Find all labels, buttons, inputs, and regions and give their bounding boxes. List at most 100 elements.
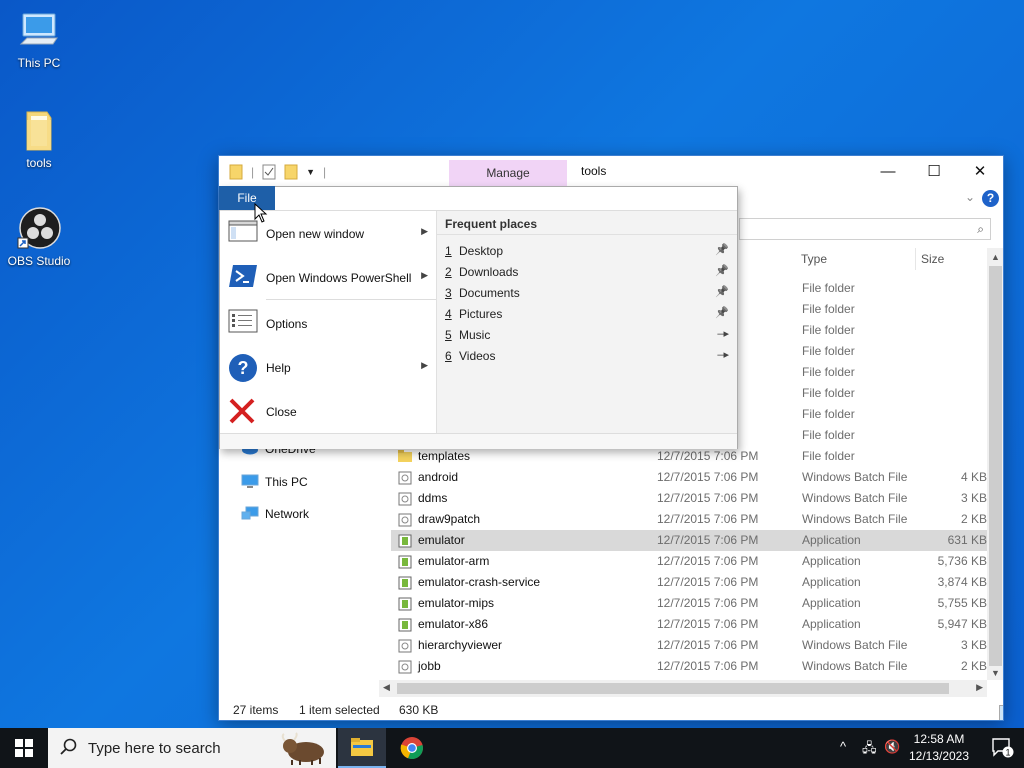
help-button[interactable]: ? bbox=[982, 190, 999, 207]
file-date: 12/7/2015 7:06 PM bbox=[657, 512, 759, 526]
nav-item-this-pc[interactable]: This PC bbox=[241, 474, 308, 490]
taskbar-file-explorer[interactable] bbox=[338, 728, 386, 768]
file-row[interactable]: emulator-mips 12/7/2015 7:06 PM Applicatio… bbox=[391, 593, 987, 614]
volume-muted-icon[interactable]: 🔇 bbox=[884, 739, 900, 755]
file-name: ddms bbox=[418, 491, 448, 505]
expand-ribbon-chevron-icon[interactable]: ⌄ bbox=[965, 190, 975, 204]
file-row[interactable]: templates 12/7/2015 7:06 PM File folder bbox=[391, 446, 987, 467]
status-bar: 27 items 1 item selected 630 KB bbox=[219, 698, 1003, 720]
file-row[interactable]: emulator-x86 12/7/2015 7:06 PM Application… bbox=[391, 614, 987, 635]
system-tray: ^ 🖧 🔇 12:58 AM 12/13/2023 1 bbox=[824, 728, 1024, 768]
frequent-place-number: 3 bbox=[445, 286, 452, 300]
file-size: 5,755 KB bbox=[937, 596, 987, 610]
taskbar-chrome[interactable] bbox=[388, 728, 436, 768]
frequent-place-downloads[interactable]: 2 Downloads 📌 bbox=[445, 262, 729, 283]
menu-separator bbox=[266, 299, 436, 300]
taskbar-search-placeholder: Type here to search bbox=[88, 740, 221, 757]
frequent-place-number: 2 bbox=[445, 265, 452, 279]
file-type: File folder bbox=[802, 281, 855, 295]
batch-file-icon bbox=[398, 471, 412, 485]
file-row[interactable]: draw9patch 12/7/2015 7:06 PM Windows Batch… bbox=[391, 509, 987, 530]
computer-icon bbox=[241, 474, 259, 488]
network-icon bbox=[241, 506, 259, 520]
file-menu-commands: Open new window ▶ Open Windows PowerShel… bbox=[220, 211, 437, 433]
clock[interactable]: 12:58 AM 12/13/2023 bbox=[904, 731, 974, 765]
menu-item-open-new-window[interactable]: Open new window ▶ bbox=[220, 213, 437, 253]
computer-icon bbox=[19, 13, 58, 45]
menu-item-close[interactable]: Close bbox=[220, 391, 437, 431]
pinned-icon[interactable]: 📌 bbox=[715, 285, 729, 298]
desktop-icon-obs-studio[interactable]: OBS Studio bbox=[3, 206, 75, 268]
network-status-icon[interactable]: 🖧 bbox=[862, 739, 877, 761]
file-type: File folder bbox=[802, 323, 855, 337]
search-highlight-illustration-icon bbox=[281, 732, 324, 765]
file-row[interactable]: ddms 12/7/2015 7:06 PM Windows Batch File 3… bbox=[391, 488, 987, 509]
start-button[interactable] bbox=[0, 728, 48, 768]
taskbar-search-input[interactable]: Type here to search bbox=[48, 728, 336, 768]
file-row[interactable]: hierarchyviewer 12/7/2015 7:06 PM Windows … bbox=[391, 635, 987, 656]
desktop-icon-tools[interactable]: tools bbox=[3, 108, 75, 170]
menu-item-open-windows-powershell[interactable]: Open Windows PowerShell ▶ bbox=[220, 257, 437, 297]
desktop-icon-label: This PC bbox=[17, 56, 61, 70]
frequent-place-documents[interactable]: 3 Documents 📌 bbox=[445, 283, 729, 304]
file-row[interactable]: emulator 12/7/2015 7:06 PM Application 631 … bbox=[391, 530, 987, 551]
unpinned-icon[interactable]: –▸ bbox=[717, 348, 729, 361]
scroll-right-icon[interactable]: ▶ bbox=[976, 682, 983, 693]
file-type: Windows Batch File bbox=[802, 470, 908, 484]
large-icons-view-icon[interactable] bbox=[999, 705, 1003, 720]
folder-icon bbox=[398, 450, 412, 462]
tab-manage[interactable]: Manage bbox=[449, 160, 567, 186]
scroll-left-icon[interactable]: ◀ bbox=[383, 682, 390, 693]
pinned-icon[interactable]: 📌 bbox=[715, 306, 729, 319]
properties-icon[interactable] bbox=[262, 164, 276, 180]
batch-file-icon bbox=[398, 639, 412, 653]
scrollbar-thumb[interactable] bbox=[989, 266, 1002, 666]
taskbar: Type here to search ^ 🖧 🔇 12:58 AM 12/13… bbox=[0, 728, 1024, 768]
scroll-up-icon[interactable]: ▲ bbox=[991, 252, 1000, 262]
file-type: Application bbox=[802, 617, 861, 631]
nav-item-network[interactable]: Network bbox=[241, 506, 309, 522]
new-folder-icon[interactable] bbox=[284, 164, 298, 180]
window-title: tools bbox=[581, 164, 607, 178]
file-type: File folder bbox=[802, 386, 855, 400]
column-header-size[interactable]: Size bbox=[921, 252, 944, 266]
show-hidden-icons-chevron-icon[interactable]: ^ bbox=[840, 739, 846, 754]
frequent-place-desktop[interactable]: 1 Desktop 📌 bbox=[445, 241, 729, 262]
file-row[interactable]: jobb 12/7/2015 7:06 PM Windows Batch File 2… bbox=[391, 656, 987, 677]
file-size: 4 KB bbox=[960, 470, 987, 484]
file-name: templates bbox=[418, 449, 471, 463]
file-name: emulator-crash-service bbox=[418, 575, 541, 589]
frequent-place-number: 6 bbox=[445, 349, 452, 363]
menu-item-help[interactable]: ? Help ▶ bbox=[220, 347, 437, 387]
action-center-icon[interactable]: 1 bbox=[992, 738, 1014, 758]
pinned-icon[interactable]: 📌 bbox=[715, 243, 729, 256]
file-row[interactable]: emulator-arm 12/7/2015 7:06 PM Application… bbox=[391, 551, 987, 572]
desktop-icon-label: OBS Studio bbox=[7, 254, 71, 268]
maximize-button[interactable]: ☐ bbox=[911, 156, 957, 186]
menu-item-options[interactable]: Options bbox=[220, 303, 437, 343]
windows-logo-icon bbox=[15, 739, 33, 757]
desktop-icon-this-pc[interactable]: This PC bbox=[3, 10, 75, 70]
search-input[interactable]: ⌕ bbox=[739, 218, 991, 240]
pinned-icon[interactable]: 📌 bbox=[715, 264, 729, 277]
batch-file-icon bbox=[398, 492, 412, 506]
folder-icon bbox=[26, 111, 52, 151]
minimize-button[interactable]: — bbox=[865, 156, 911, 186]
file-row[interactable]: emulator-crash-service 12/7/2015 7:06 PM A… bbox=[391, 572, 987, 593]
frequent-place-label: Videos bbox=[459, 349, 496, 363]
unpinned-icon[interactable]: –▸ bbox=[717, 327, 729, 340]
close-window-button[interactable]: ✕ bbox=[957, 156, 1003, 186]
file-row[interactable]: android 12/7/2015 7:06 PM Windows Batch Fi… bbox=[391, 467, 987, 488]
customize-toolbar-chevron-icon[interactable]: ▼ bbox=[306, 167, 315, 177]
frequent-place-pictures[interactable]: 4 Pictures 📌 bbox=[445, 304, 729, 325]
vertical-scrollbar[interactable]: ▲ ▼ bbox=[987, 248, 1003, 680]
frequent-place-music[interactable]: 5 Music –▸ bbox=[445, 325, 729, 346]
scroll-down-icon[interactable]: ▼ bbox=[991, 668, 1000, 678]
chrome-icon bbox=[400, 737, 423, 760]
frequent-place-videos[interactable]: 6 Videos –▸ bbox=[445, 346, 729, 367]
title-bar[interactable]: | ▼ | Manage tools — ☐ ✕ bbox=[219, 156, 1003, 186]
horizontal-scrollbar[interactable]: ◀ ▶ bbox=[379, 680, 987, 697]
column-header-type[interactable]: Type bbox=[801, 252, 827, 266]
scrollbar-thumb[interactable] bbox=[397, 683, 949, 694]
clock-date: 12/13/2023 bbox=[908, 749, 970, 763]
